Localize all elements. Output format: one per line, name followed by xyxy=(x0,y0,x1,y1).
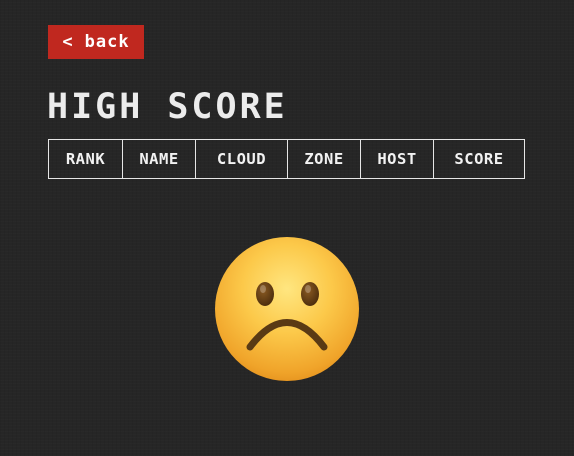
column-header-cloud: CLOUD xyxy=(195,139,288,179)
back-button[interactable]: < back xyxy=(48,25,144,59)
column-header-rank: RANK xyxy=(48,139,123,179)
sad-face-icon xyxy=(215,237,359,381)
chevron-left-icon: < xyxy=(62,31,73,52)
column-header-score: SCORE xyxy=(433,139,525,179)
high-score-table: RANK NAME CLOUD ZONE HOST SCORE xyxy=(48,139,525,179)
column-header-name: NAME xyxy=(122,139,196,179)
column-header-zone: ZONE xyxy=(287,139,361,179)
back-button-label: back xyxy=(84,31,130,52)
column-header-host: HOST xyxy=(360,139,434,179)
page-title: HIGH SCORE xyxy=(47,87,288,127)
table-header-row: RANK NAME CLOUD ZONE HOST SCORE xyxy=(48,139,525,179)
